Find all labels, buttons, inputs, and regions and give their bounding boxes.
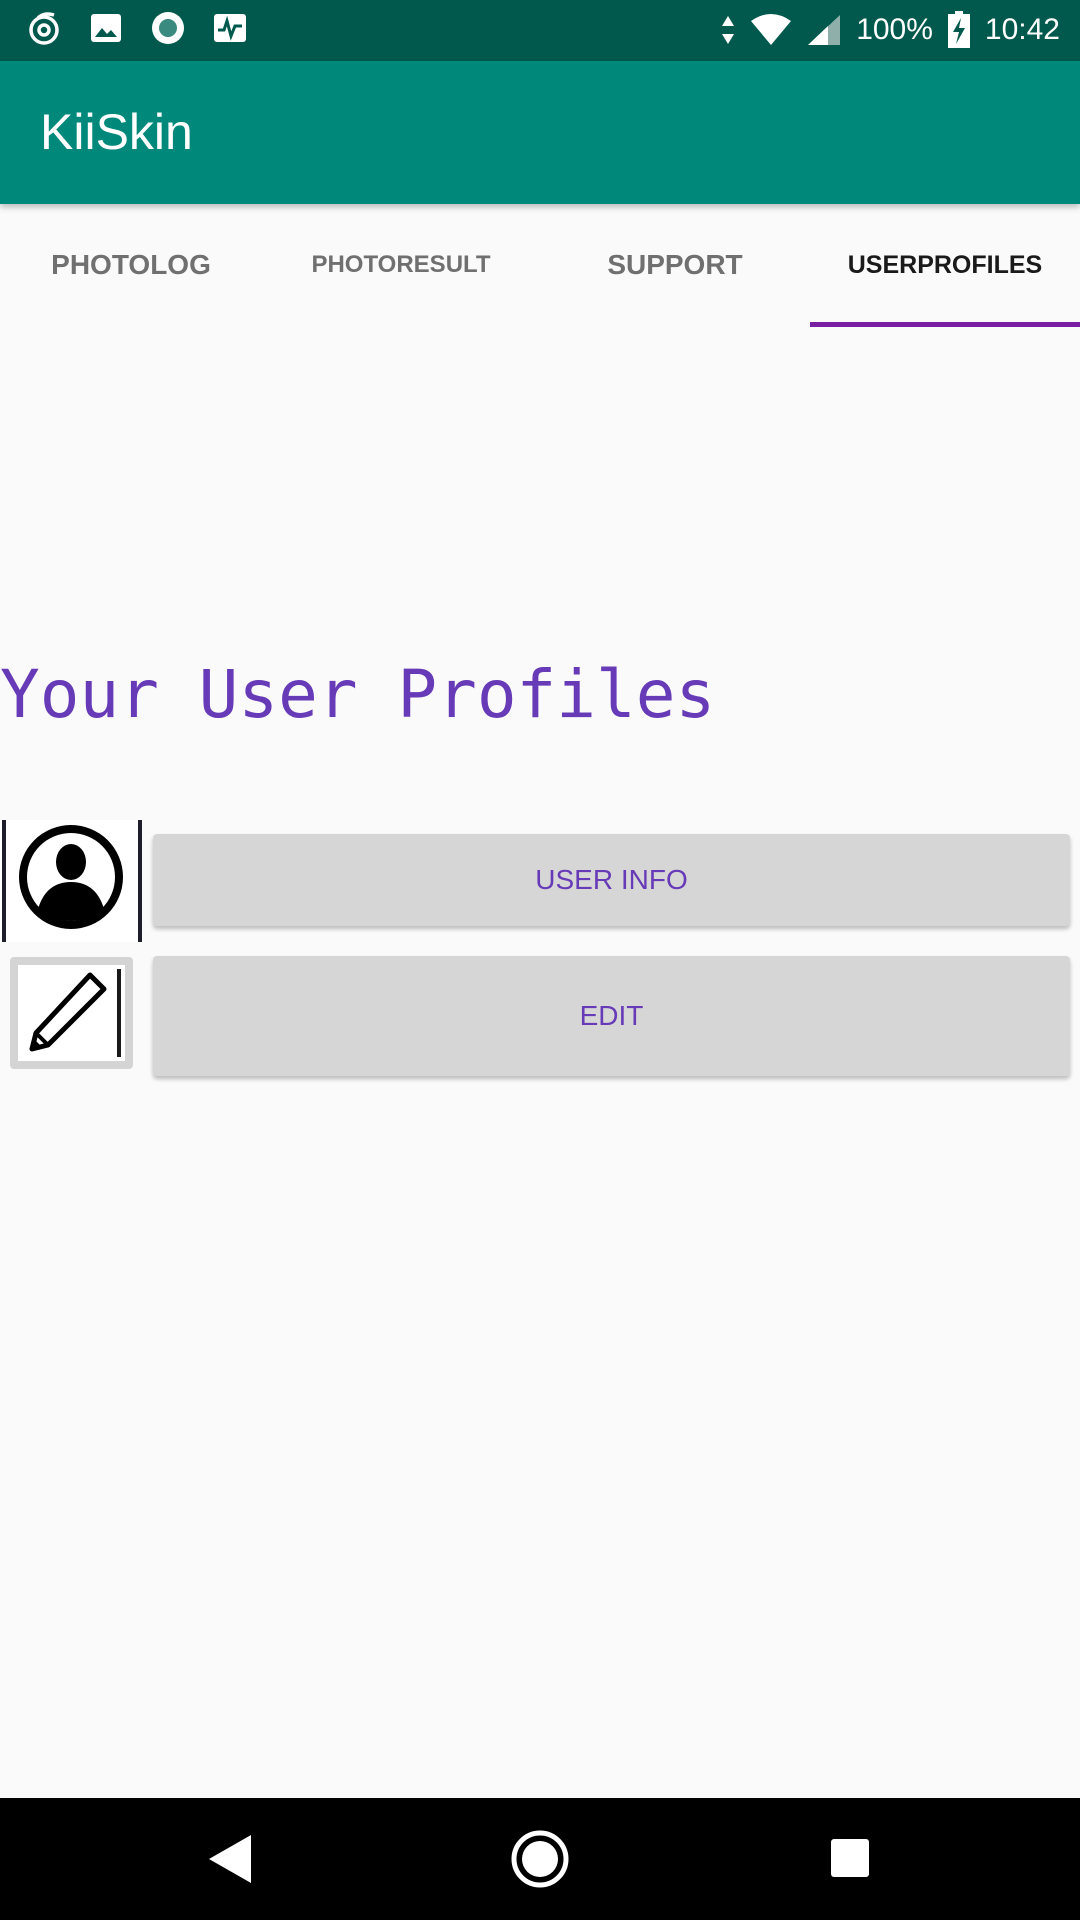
- tab-indicator: [810, 322, 1080, 327]
- clock: 10:42: [984, 13, 1060, 46]
- record-icon: [152, 12, 184, 44]
- status-bar: 100% 10:42: [0, 0, 1080, 61]
- notification-icons: [26, 10, 248, 46]
- cellular-signal-icon: [808, 15, 841, 45]
- recents-icon[interactable]: [830, 1838, 870, 1878]
- app-bar: KiiSkin: [0, 61, 1080, 204]
- pencil-icon: [29, 972, 107, 1052]
- edit-button[interactable]: EDIT: [153, 956, 1070, 1076]
- hotspot-swirl-icon: [29, 12, 59, 45]
- activity-icon: [214, 14, 246, 42]
- tab-support[interactable]: SUPPORT: [540, 204, 810, 326]
- battery-percent: 100%: [856, 13, 933, 46]
- image-icon: [91, 14, 121, 42]
- data-arrows-icon: [722, 16, 735, 44]
- tab-photolog[interactable]: PHOTOLOG: [0, 204, 262, 326]
- app-title: KiiSkin: [40, 104, 193, 160]
- tab-userprofiles[interactable]: USERPROFILES: [810, 204, 1080, 326]
- navigation-bar: [0, 1798, 1080, 1920]
- tab-bar: PHOTOLOG PHOTORESULT SUPPORT USERPROFILE…: [0, 204, 1080, 327]
- user-avatar: [0, 820, 142, 942]
- system-status: 100% 10:42: [720, 8, 1060, 52]
- back-icon[interactable]: [205, 1833, 255, 1885]
- wifi-icon: [751, 14, 792, 45]
- user-avatar-icon: [19, 825, 123, 929]
- page-title: Your User Profiles: [0, 656, 716, 733]
- battery-charging-icon: [947, 11, 970, 48]
- tab-photoresult[interactable]: PHOTORESULT: [262, 204, 540, 326]
- edit-image: [10, 957, 133, 1069]
- user-info-button[interactable]: USER INFO: [153, 834, 1070, 926]
- home-icon[interactable]: [510, 1829, 570, 1889]
